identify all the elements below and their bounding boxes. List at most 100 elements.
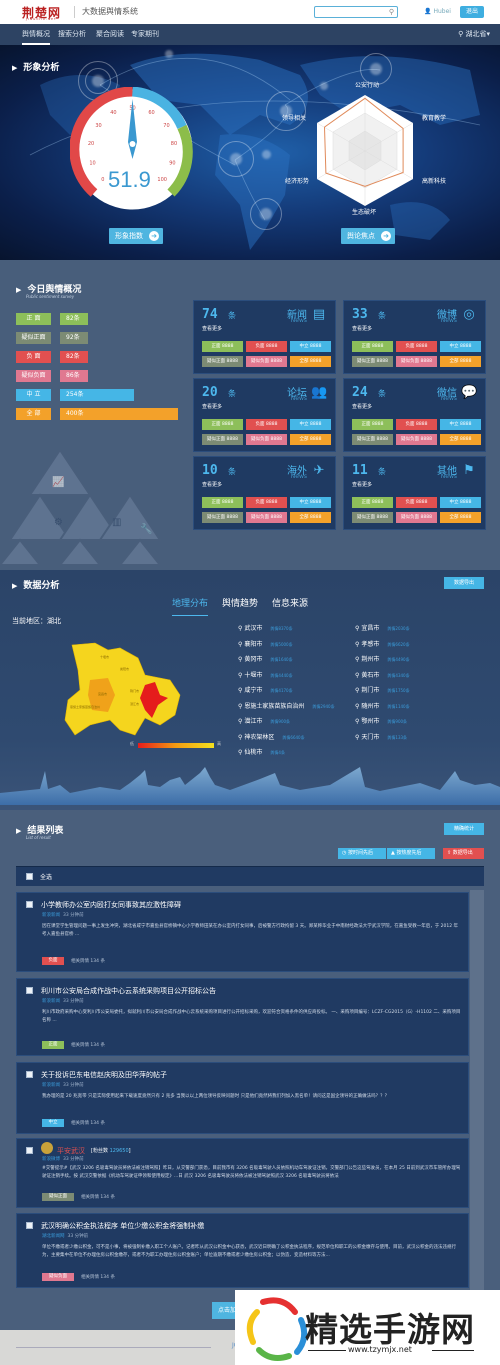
- result-item[interactable]: 利川市公安局合成作战中心云系统采购项目公开招标公告 新浪新闻 33 分钟前 利川市政府…: [16, 978, 469, 1056]
- city-item[interactable]: ⚲ 随州市 舆情1140条: [355, 701, 410, 710]
- tab-sentiment-trend[interactable]: 舆情趋势: [222, 596, 258, 609]
- source-card-news-2[interactable]: 20 条查看更多 论坛 News 👥 正面 8888 负面 8888 中立 8888 疑似正面 …: [193, 378, 336, 452]
- source-card-news-3[interactable]: 24 条查看更多 微信 News 💬 正面 8888 负面 8888 中立 8888 疑似正面 …: [343, 378, 486, 452]
- card-tag-neutral[interactable]: 中立 8888: [440, 341, 481, 352]
- result-checkbox[interactable]: [26, 987, 33, 994]
- precise-stats-button[interactable]: 精确统计: [444, 823, 484, 835]
- city-item[interactable]: ⚲ 十堰市 舆情4440条: [238, 670, 293, 679]
- result-title[interactable]: 利川市公安局合成作战中心云系统采购项目公开招标公告: [41, 986, 216, 996]
- city-item[interactable]: ⚲ 宜昌市 舆情2030条: [355, 623, 410, 632]
- city-item[interactable]: ⚲ 咸宁市 舆情4170条: [238, 685, 293, 694]
- result-checkbox[interactable]: [26, 1071, 33, 1078]
- source-name[interactable]: 新浪新闻: [42, 913, 60, 918]
- image-index-button[interactable]: 形象指数 ➜: [109, 228, 163, 244]
- card-tag-all[interactable]: 全部 8888: [440, 434, 481, 445]
- result-title[interactable]: 武汉明确公积金执法程序 单位少缴公积金将强制补缴: [41, 1221, 204, 1231]
- card-tag-all[interactable]: 全部 8888: [290, 356, 331, 367]
- source-card-news-5[interactable]: 11 条查看更多 其他 News ⚑ 正面 8888 负面 8888 中立 8888 疑似正面 …: [343, 456, 486, 530]
- result-checkbox[interactable]: [26, 901, 33, 908]
- card-tag-positive[interactable]: 正面 8888: [202, 419, 243, 430]
- card-tag-suspected-negative[interactable]: 疑似负面 8888: [246, 512, 287, 523]
- city-item[interactable]: ⚲ 襄阳市 舆情5000条: [238, 639, 293, 648]
- source-name[interactable]: 新浪新闻: [42, 1083, 60, 1088]
- city-item[interactable]: ⚲ 荆门市 舆情1750条: [355, 685, 410, 694]
- card-view-more-link[interactable]: 查看更多: [202, 481, 222, 488]
- card-tag-positive[interactable]: 正面 8888: [352, 497, 393, 508]
- related-count[interactable]: 相关舆情 134 条: [81, 1274, 115, 1280]
- card-tag-suspected-positive[interactable]: 疑似正面 8888: [352, 434, 393, 445]
- result-checkbox[interactable]: [26, 1147, 33, 1154]
- card-tag-suspected-negative[interactable]: 疑似负面 8888: [396, 356, 437, 367]
- search-icon[interactable]: ⚲: [389, 8, 394, 16]
- card-tag-all[interactable]: 全部 8888: [440, 512, 481, 523]
- result-item[interactable]: 小学教师办公室内殴打女同事致其应激性障碍 新浪新闻 33 分钟前 因在课堂学生管理问题…: [16, 892, 469, 972]
- card-view-more-link[interactable]: 查看更多: [352, 403, 372, 410]
- select-all-label[interactable]: 全选: [40, 872, 52, 881]
- result-author[interactable]: 平安武汉: [57, 1146, 85, 1156]
- city-item[interactable]: ⚲ 荆州市 舆情4490条: [355, 654, 410, 663]
- city-item[interactable]: ⚲ 恩施土家族苗族自治州 舆情2940条: [238, 701, 335, 710]
- city-item[interactable]: ⚲ 潜江市 舆情900条: [238, 716, 290, 725]
- card-tag-neutral[interactable]: 中立 8888: [440, 497, 481, 508]
- result-item[interactable]: 平安武汉 [粉丝数 129650] 新浪微博 33 分钟前 #交警提示#【武汉 3206…: [16, 1138, 469, 1208]
- data-export-button[interactable]: 数据导出: [444, 577, 484, 589]
- results-export-button[interactable]: ⇪ 数据导出: [443, 848, 484, 859]
- related-count[interactable]: 相关舆情 134 条: [81, 1194, 115, 1200]
- list-scrollbar[interactable]: [470, 890, 484, 1320]
- city-item[interactable]: ⚲ 武汉市 舆情8370条: [238, 623, 293, 632]
- card-tag-suspected-negative[interactable]: 疑似负面 8888: [246, 356, 287, 367]
- card-tag-suspected-negative[interactable]: 疑似负面 8888: [246, 434, 287, 445]
- nav-item-aggregated-reading[interactable]: 聚合阅读: [96, 29, 124, 39]
- card-tag-all[interactable]: 全部 8888: [290, 434, 331, 445]
- city-item[interactable]: ⚲ 黄冈市 舆情1640条: [238, 654, 293, 663]
- card-tag-negative[interactable]: 负面 8888: [246, 497, 287, 508]
- card-tag-neutral[interactable]: 中立 8888: [440, 419, 481, 430]
- related-count[interactable]: 相关舆情 134 条: [71, 1042, 105, 1048]
- sort-by-heat-button[interactable]: ▲ 按热度先后: [387, 848, 435, 859]
- related-count[interactable]: 相关舆情 134 条: [71, 958, 105, 964]
- city-item[interactable]: ⚲ 天门市 舆情133条: [355, 732, 407, 741]
- card-tag-neutral[interactable]: 中立 8888: [290, 341, 331, 352]
- tab-geo-distribution[interactable]: 地理分布: [172, 596, 209, 616]
- card-tag-neutral[interactable]: 中立 8888: [290, 419, 331, 430]
- card-tag-suspected-negative[interactable]: 疑似负面 8888: [396, 434, 437, 445]
- city-item[interactable]: ⚲ 神农架林区 舆情6640条: [238, 732, 305, 741]
- card-view-more-link[interactable]: 查看更多: [202, 325, 222, 332]
- result-title[interactable]: 小学教师办公室内殴打女同事致其应激性障碍: [41, 900, 181, 910]
- card-tag-all[interactable]: 全部 8888: [290, 512, 331, 523]
- source-card-news-4[interactable]: 10 条查看更多 海外 News ✈ 正面 8888 负面 8888 中立 8888 疑似正面 …: [193, 456, 336, 530]
- card-tag-positive[interactable]: 正面 8888: [202, 497, 243, 508]
- source-name[interactable]: 湖北新闻网: [42, 1234, 65, 1239]
- sort-by-time-button[interactable]: ◷ 按时间先后: [338, 848, 386, 859]
- search-box[interactable]: ⚲: [314, 6, 398, 26]
- card-tag-neutral[interactable]: 中立 8888: [290, 497, 331, 508]
- select-all-checkbox[interactable]: [26, 873, 33, 880]
- card-tag-negative[interactable]: 负面 8888: [396, 497, 437, 508]
- logout-button[interactable]: 退出: [460, 6, 484, 18]
- related-count[interactable]: 相关舆情 134 条: [71, 1120, 105, 1126]
- city-item[interactable]: ⚲ 鄂州市 舆情900条: [355, 716, 407, 725]
- result-checkbox[interactable]: [26, 1222, 33, 1229]
- card-tag-suspected-negative[interactable]: 疑似负面 8888: [396, 512, 437, 523]
- nav-item-overview[interactable]: 舆情概况: [22, 29, 50, 45]
- card-tag-all[interactable]: 全部 8888: [440, 356, 481, 367]
- card-tag-negative[interactable]: 负面 8888: [396, 341, 437, 352]
- card-tag-suspected-positive[interactable]: 疑似正面 8888: [352, 512, 393, 523]
- card-tag-negative[interactable]: 负面 8888: [246, 341, 287, 352]
- card-tag-positive[interactable]: 正面 8888: [202, 341, 243, 352]
- city-item[interactable]: ⚲ 孝感市 舆情6620条: [355, 639, 410, 648]
- result-item[interactable]: 武汉明确公积金执法程序 单位少缴公积金将强制补缴 湖北新闻网 33 分钟前 单位不缴或…: [16, 1213, 469, 1288]
- region-selector[interactable]: ⚲ 湖北省▾: [458, 29, 490, 39]
- card-view-more-link[interactable]: 查看更多: [202, 403, 222, 410]
- source-card-news-0[interactable]: 74 条查看更多 新闻 News ▤ 正面 8888 负面 8888 中立 8888 疑似正面 …: [193, 300, 336, 374]
- city-item[interactable]: ⚲ 仙桃市 舆情4条: [238, 747, 285, 756]
- tab-info-source[interactable]: 信息来源: [272, 596, 308, 609]
- card-tag-suspected-positive[interactable]: 疑似正面 8888: [202, 512, 243, 523]
- result-title[interactable]: 关于投诉巴东电信赵庆明及田华萍的帖子: [41, 1070, 167, 1080]
- source-name[interactable]: 新浪微博: [42, 1157, 60, 1162]
- card-tag-negative[interactable]: 负面 8888: [396, 419, 437, 430]
- nav-item-search-analysis[interactable]: 搜索分析: [58, 29, 86, 39]
- user-info[interactable]: 👤 Hubei: [424, 8, 451, 15]
- source-card-news-1[interactable]: 33 条查看更多 微博 News ◎ 正面 8888 负面 8888 中立 8888 疑似正面 …: [343, 300, 486, 374]
- source-name[interactable]: 新浪新闻: [42, 999, 60, 1004]
